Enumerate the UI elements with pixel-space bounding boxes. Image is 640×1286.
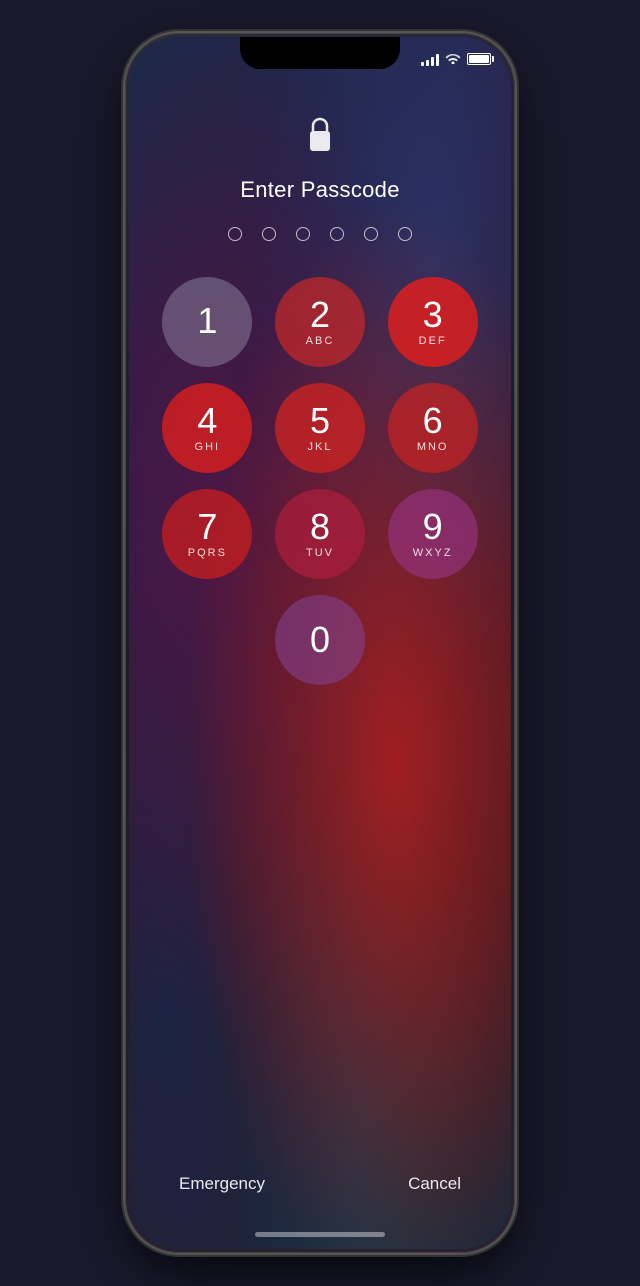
battery-fill — [469, 55, 489, 63]
key-0-button[interactable]: 0 — [275, 595, 365, 685]
key-6-letters: MNO — [417, 441, 449, 453]
key-5-button[interactable]: 5 JKL — [275, 383, 365, 473]
dot-6 — [398, 227, 412, 241]
battery-icon — [467, 53, 491, 65]
key-7-number: 7 — [197, 509, 217, 545]
passcode-dots — [129, 227, 511, 241]
key-5-number: 5 — [310, 403, 330, 439]
dot-1 — [228, 227, 242, 241]
cancel-button[interactable]: Cancel — [408, 1174, 461, 1194]
signal-bar-1 — [421, 62, 424, 66]
home-indicator — [255, 1232, 385, 1237]
key-3-number: 3 — [423, 297, 443, 333]
key-6-button[interactable]: 6 MNO — [388, 383, 478, 473]
dot-5 — [364, 227, 378, 241]
key-empty-left — [159, 595, 256, 685]
screen: Enter Passcode 1 2 ABC 3 DEF — [129, 37, 511, 1249]
key-4-letters: GHI — [195, 441, 221, 453]
key-1-button[interactable]: 1 — [162, 277, 252, 367]
dot-3 — [296, 227, 310, 241]
lock-container — [305, 117, 335, 161]
phone-frame: Enter Passcode 1 2 ABC 3 DEF — [125, 33, 515, 1253]
key-0-number: 0 — [310, 622, 330, 658]
passcode-title: Enter Passcode — [129, 177, 511, 203]
key-7-letters: PQRS — [188, 547, 227, 559]
emergency-button[interactable]: Emergency — [179, 1174, 265, 1194]
signal-icon — [421, 52, 439, 66]
key-9-number: 9 — [423, 509, 443, 545]
status-icons — [421, 51, 491, 66]
key-9-letters: WXYZ — [413, 547, 453, 559]
dot-4 — [330, 227, 344, 241]
key-2-number: 2 — [310, 297, 330, 333]
key-4-number: 4 — [197, 403, 217, 439]
key-2-letters: ABC — [306, 335, 335, 347]
dot-2 — [262, 227, 276, 241]
key-4-button[interactable]: 4 GHI — [162, 383, 252, 473]
key-7-button[interactable]: 7 PQRS — [162, 489, 252, 579]
key-1-number: 1 — [197, 303, 217, 339]
key-6-number: 6 — [423, 403, 443, 439]
key-2-button[interactable]: 2 ABC — [275, 277, 365, 367]
wifi-icon — [445, 51, 461, 66]
bottom-actions: Emergency Cancel — [129, 1174, 511, 1194]
signal-bar-4 — [436, 54, 439, 66]
key-8-button[interactable]: 8 TUV — [275, 489, 365, 579]
key-empty-right — [384, 595, 481, 685]
key-8-number: 8 — [310, 509, 330, 545]
key-3-letters: DEF — [419, 335, 447, 347]
keypad: 1 2 ABC 3 DEF 4 GHI 5 JKL 6 MNO — [129, 277, 511, 685]
signal-bar-2 — [426, 60, 429, 66]
lock-icon — [305, 117, 335, 161]
signal-bar-3 — [431, 57, 434, 66]
key-8-letters: TUV — [306, 547, 334, 559]
notch — [240, 37, 400, 69]
key-5-letters: JKL — [308, 441, 333, 453]
key-9-button[interactable]: 9 WXYZ — [388, 489, 478, 579]
key-3-button[interactable]: 3 DEF — [388, 277, 478, 367]
